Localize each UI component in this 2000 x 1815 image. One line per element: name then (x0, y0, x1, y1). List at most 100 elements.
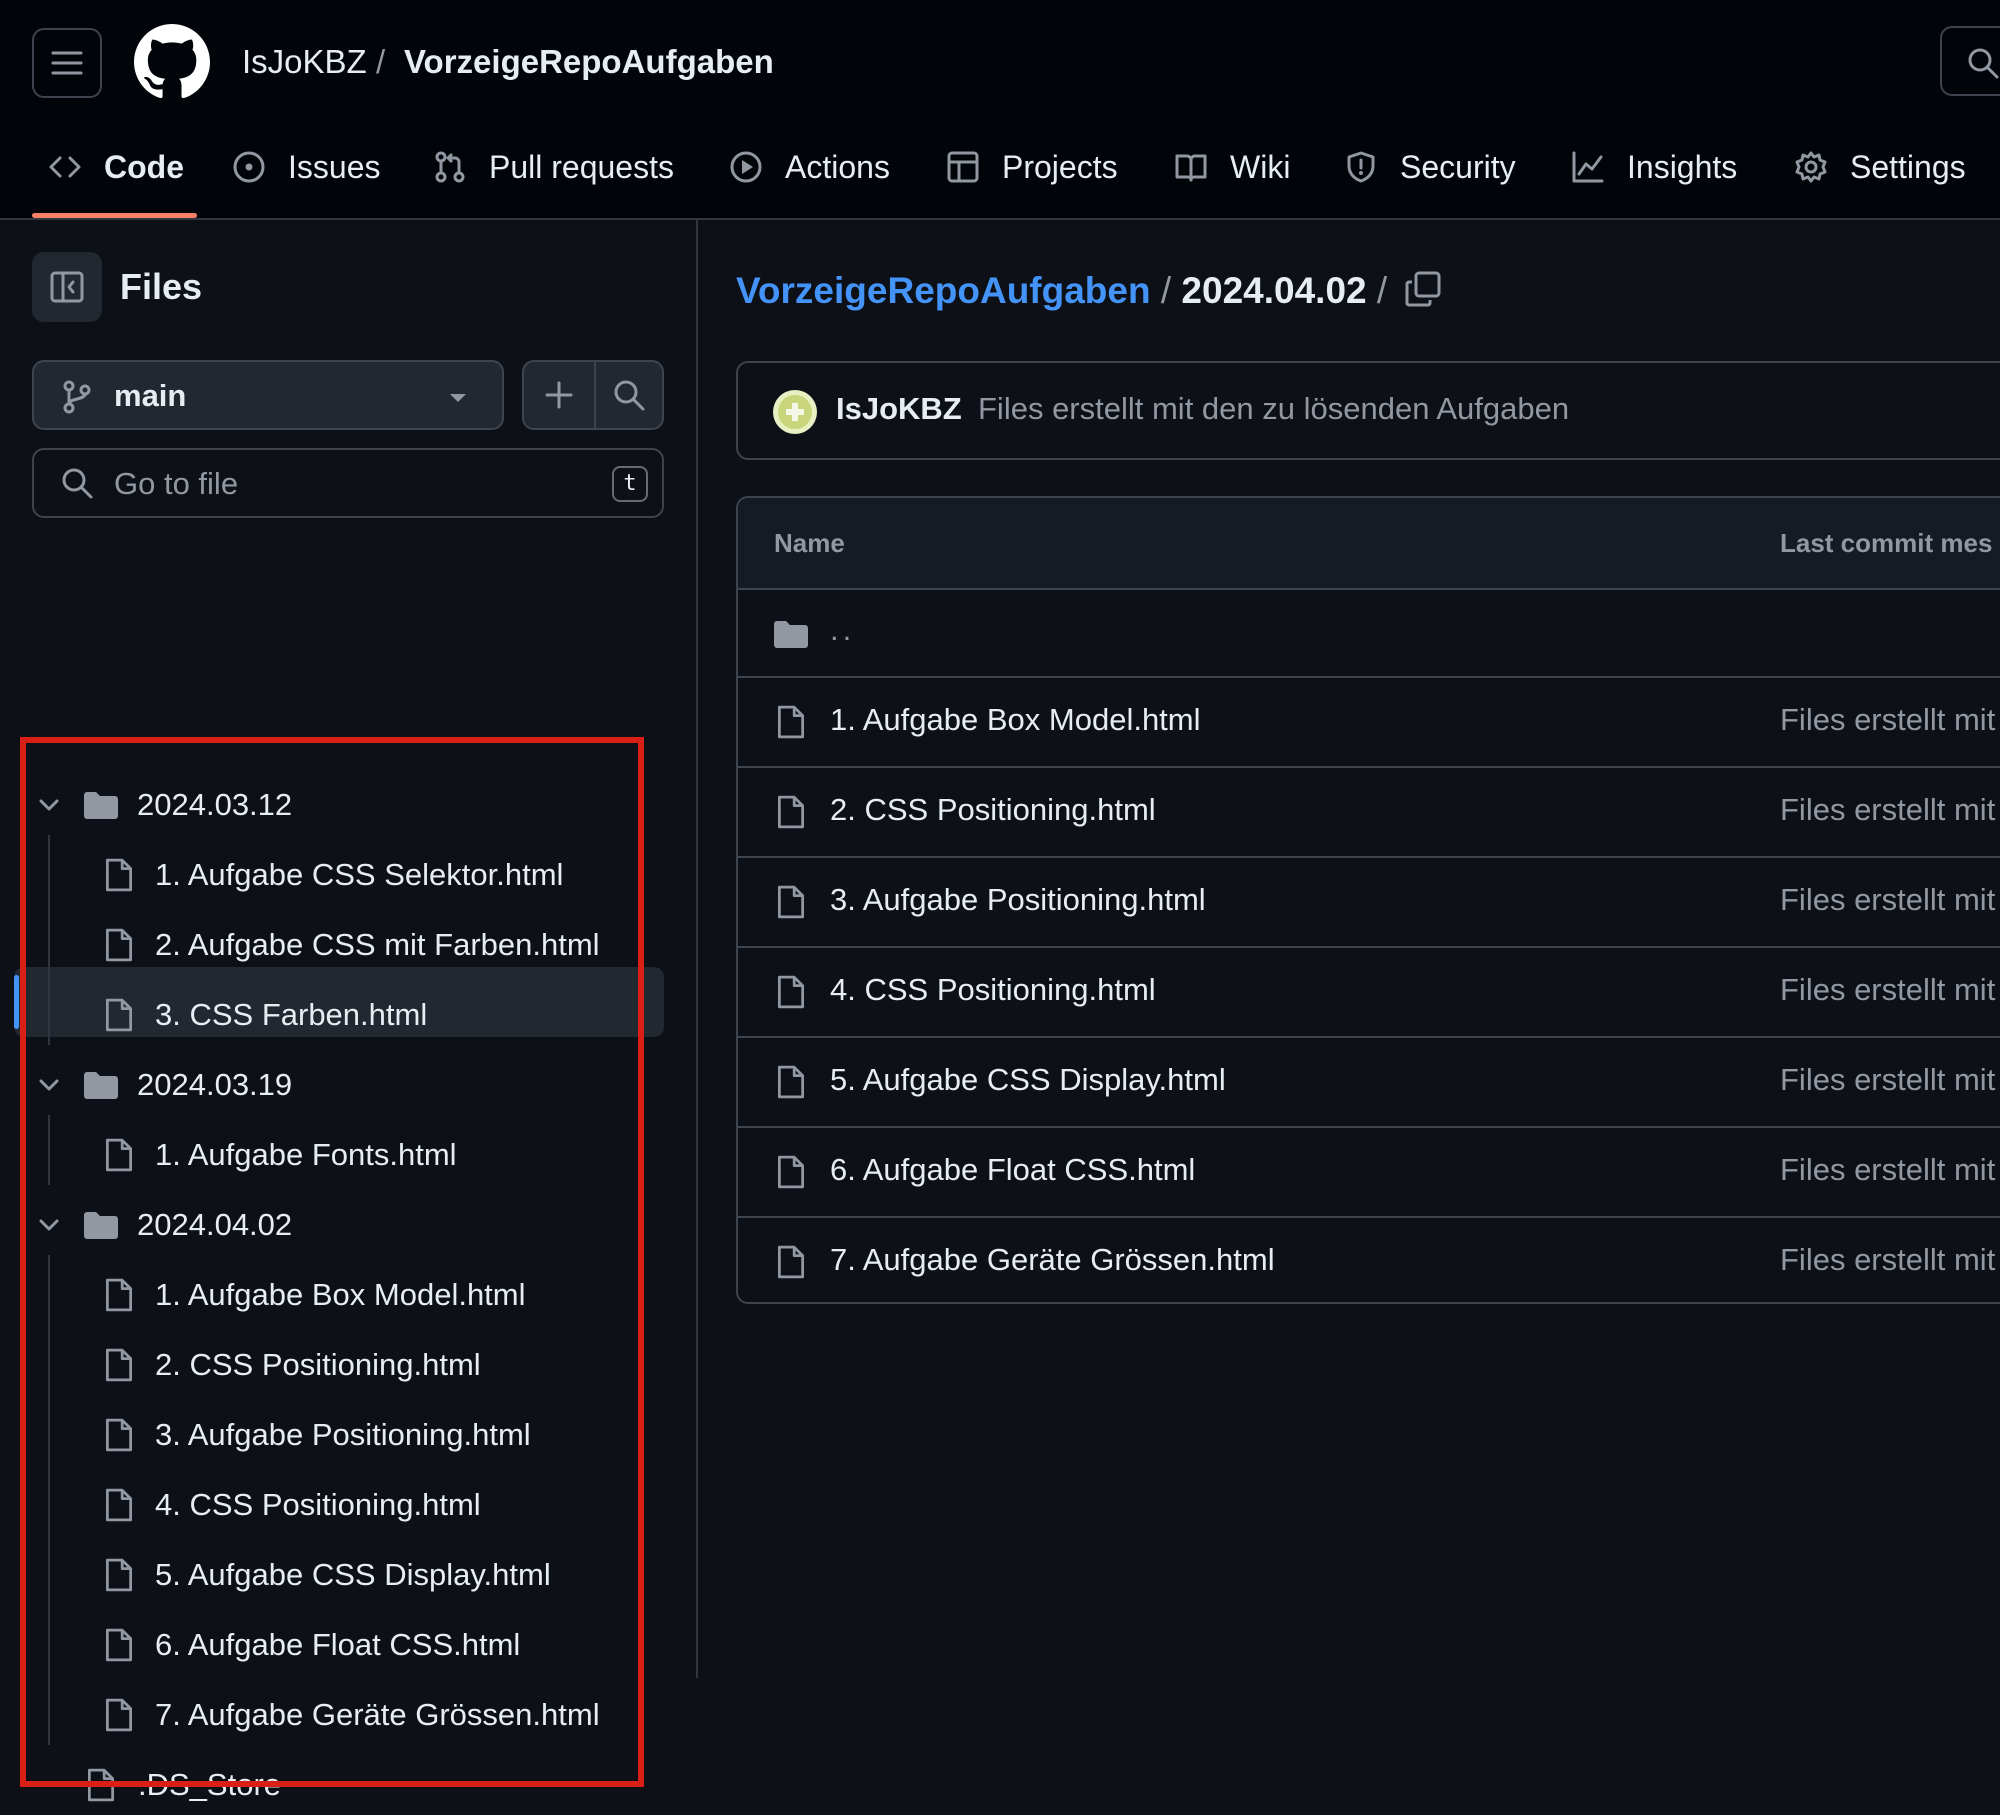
chevron-down-icon[interactable] (38, 1218, 60, 1232)
tab-wiki[interactable]: Wiki (1174, 142, 1290, 192)
tree-file-row[interactable]: 3. CSS Farben.html (0, 985, 664, 1045)
tree-file-row[interactable]: 2. CSS Positioning.html (0, 1335, 664, 1395)
tab-settings[interactable]: Settings (1794, 142, 1966, 192)
sidebar-action-group (522, 360, 664, 430)
commit-message-link[interactable]: Files erstellt mit (1780, 1152, 1995, 1188)
tab-security[interactable]: Security (1344, 142, 1516, 192)
tab-actions-label: Actions (785, 148, 890, 185)
search-button[interactable] (1940, 26, 2000, 96)
branch-name: main (114, 378, 187, 413)
tree-file-label: 2. CSS Positioning.html (155, 1347, 481, 1382)
code-icon (49, 156, 81, 178)
collapse-sidebar-button[interactable] (32, 252, 102, 322)
tab-code[interactable]: Code (48, 142, 184, 192)
tree-file-row[interactable]: 7. Aufgabe Geräte Grössen.html (0, 1685, 664, 1745)
file-icon (777, 975, 805, 1009)
file-name-link[interactable]: 4. CSS Positioning.html (830, 972, 1156, 1008)
commit-message-link[interactable]: Files erstellt mit (1780, 972, 1995, 1008)
commit-author[interactable]: IsJoKBZ (836, 391, 962, 427)
github-logo-icon[interactable] (134, 24, 210, 100)
tree-file-label: 3. Aufgabe Positioning.html (155, 1417, 531, 1452)
file-icon (105, 998, 133, 1032)
file-name-link[interactable]: 7. Aufgabe Geräte Grössen.html (830, 1242, 1275, 1278)
parent-directory-row[interactable]: .. (738, 588, 2000, 678)
table-header: Name Last commit mes (738, 498, 2000, 590)
repo-name-link[interactable]: VorzeigeRepoAufgaben (404, 38, 774, 86)
copy-path-icon[interactable] (1404, 270, 1442, 308)
table-row[interactable]: 3. Aufgabe Positioning.html Files erstell… (738, 858, 2000, 948)
tab-projects[interactable]: Projects (946, 142, 1118, 192)
commit-message-link[interactable]: Files erstellt mit (1780, 1242, 1995, 1278)
table-row[interactable]: 7. Aufgabe Geräte Grössen.html Files erst… (738, 1218, 2000, 1302)
commit-message[interactable]: Files erstellt mit den zu lösenden Aufga… (978, 391, 1569, 427)
file-icon (777, 1245, 805, 1279)
breadcrumb: VorzeigeRepoAufgaben / 2024.04.02 / (736, 264, 1387, 318)
tree-file-label: 6. Aufgabe Float CSS.html (155, 1627, 521, 1662)
tree-file-row[interactable]: 5. Aufgabe CSS Display.html (0, 1545, 664, 1605)
file-icon (105, 1418, 133, 1452)
file-icon (777, 705, 805, 739)
avatar[interactable] (772, 389, 818, 435)
tree-folder-row[interactable]: 2024.04.02 (0, 1195, 664, 1255)
repo-header: IsJoKBZ / VorzeigeRepoAufgaben Code Issu… (0, 0, 2000, 220)
tree-file-label: 1. Aufgabe Box Model.html (155, 1277, 526, 1312)
latest-commit-box: IsJoKBZ Files erstellt mit den zu lösend… (736, 361, 2000, 460)
plus-icon (545, 381, 573, 409)
tree-file-row[interactable]: 4. CSS Positioning.html (0, 1475, 664, 1535)
breadcrumb-repo-link[interactable]: VorzeigeRepoAufgaben (736, 270, 1151, 311)
search-files-button[interactable] (596, 362, 662, 428)
tree-file-row[interactable]: 1. Aufgabe CSS Selektor.html (0, 845, 664, 905)
add-file-button[interactable] (524, 362, 596, 428)
file-name-link[interactable]: 6. Aufgabe Float CSS.html (830, 1152, 1195, 1188)
tree-file-label: 1. Aufgabe Fonts.html (155, 1137, 457, 1172)
tree-file-row[interactable]: 3. Aufgabe Positioning.html (0, 1405, 664, 1465)
file-name-link[interactable]: 5. Aufgabe CSS Display.html (830, 1062, 1226, 1098)
file-icon (777, 1155, 805, 1189)
chevron-down-icon[interactable] (38, 1078, 60, 1092)
tree-file-row[interactable]: 1. Aufgabe Box Model.html (0, 1265, 664, 1325)
tab-code-label: Code (104, 148, 184, 185)
active-tab-indicator (32, 213, 197, 218)
branch-selector[interactable]: main (32, 360, 504, 430)
tree-file-label: 3. CSS Farben.html (155, 997, 428, 1032)
tree-file-label: 1. Aufgabe CSS Selektor.html (155, 857, 564, 892)
tab-pull-requests[interactable]: Pull requests (433, 142, 674, 192)
table-row[interactable]: 1. Aufgabe Box Model.html Files erstellt … (738, 678, 2000, 768)
menu-button[interactable] (32, 28, 102, 98)
tree-file-row[interactable]: .DS_Store (0, 1755, 664, 1815)
commit-message-link[interactable]: Files erstellt mit (1780, 1062, 1995, 1098)
breadcrumb-separator: / (376, 43, 386, 80)
file-table: Name Last commit mes .. 1. Aufgabe Box M… (736, 496, 2000, 1304)
tree-folder-row[interactable]: 2024.03.12 (0, 775, 664, 835)
play-icon (730, 151, 762, 183)
table-row[interactable]: 5. Aufgabe CSS Display.html Files erstell… (738, 1038, 2000, 1128)
tree-file-row[interactable]: 2. Aufgabe CSS mit Farben.html (0, 915, 664, 975)
commit-message-link[interactable]: Files erstellt mit (1780, 792, 1995, 828)
file-icon (105, 1628, 133, 1662)
tab-insights[interactable]: Insights (1571, 142, 1737, 192)
file-tree-sidebar: Files main Go to file t 2024.03.12 1. Auf… (0, 220, 698, 1802)
tab-actions[interactable]: Actions (729, 142, 890, 192)
tab-pull-requests-label: Pull requests (489, 148, 674, 185)
go-to-file-input[interactable]: Go to file t (32, 448, 664, 518)
tree-file-label: 4. CSS Positioning.html (155, 1487, 481, 1522)
table-row[interactable]: 4. CSS Positioning.html Files erstellt mi… (738, 948, 2000, 1038)
column-header-last-commit: Last commit mes (1780, 528, 1993, 558)
search-icon (614, 380, 645, 411)
file-name-link[interactable]: 1. Aufgabe Box Model.html (830, 702, 1201, 738)
file-name-link[interactable]: 2. CSS Positioning.html (830, 792, 1156, 828)
chevron-down-icon[interactable] (38, 798, 60, 812)
table-row[interactable]: 2. CSS Positioning.html Files erstellt mi… (738, 768, 2000, 858)
commit-message-link[interactable]: Files erstellt mit (1780, 702, 1995, 738)
table-row[interactable]: 6. Aufgabe Float CSS.html Files erstellt … (738, 1128, 2000, 1218)
commit-message-link[interactable]: Files erstellt mit (1780, 882, 1995, 918)
file-name-link[interactable]: 3. Aufgabe Positioning.html (830, 882, 1206, 918)
tree-file-row[interactable]: 1. Aufgabe Fonts.html (0, 1125, 664, 1185)
tab-issues[interactable]: Issues (232, 142, 380, 192)
repo-owner-link[interactable]: IsJoKBZ (242, 38, 367, 86)
tree-file-row[interactable]: 6. Aufgabe Float CSS.html (0, 1615, 664, 1675)
gear-icon (1795, 151, 1827, 183)
file-icon (105, 858, 133, 892)
tree-folder-row[interactable]: 2024.03.19 (0, 1055, 664, 1115)
tab-security-label: Security (1400, 148, 1516, 185)
